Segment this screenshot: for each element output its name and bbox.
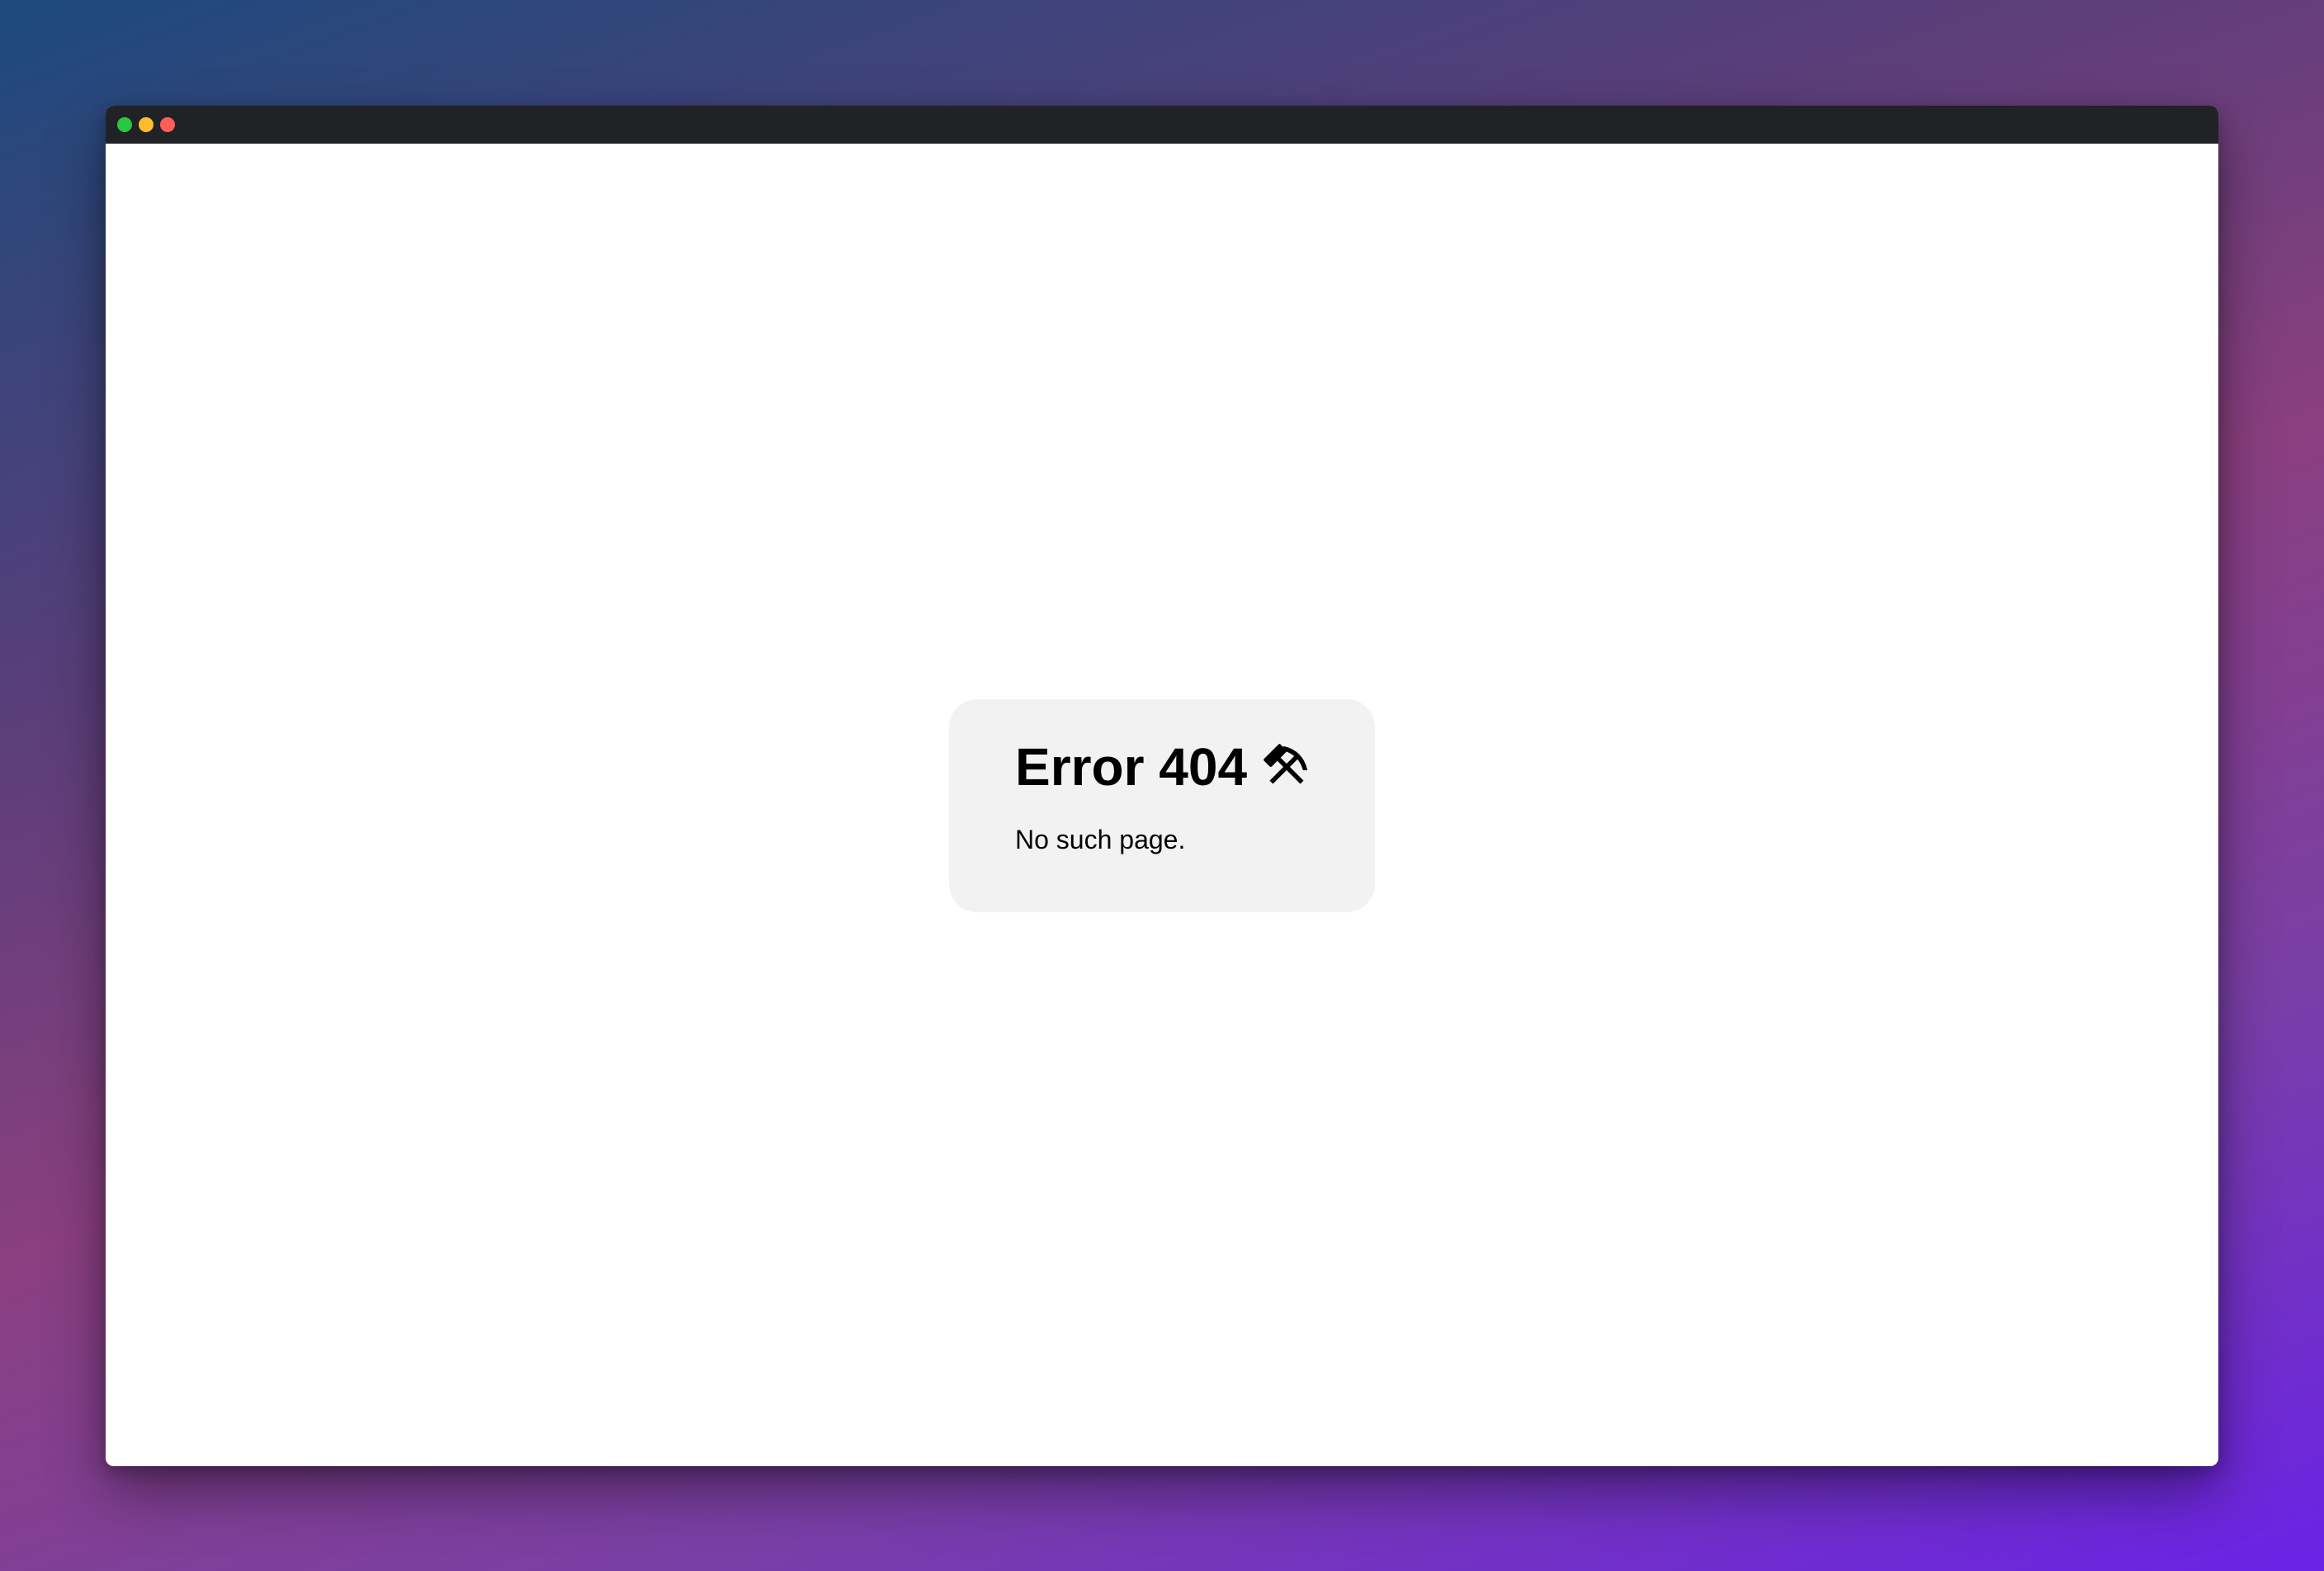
error-title: Error 404 bbox=[1015, 737, 1248, 797]
window-titlebar bbox=[106, 106, 2218, 144]
page-content: Error 404 No such page. bbox=[106, 144, 2218, 1466]
window-control-red[interactable] bbox=[160, 117, 175, 132]
window-control-yellow[interactable] bbox=[139, 117, 154, 132]
error-message: No such page. bbox=[1015, 825, 1186, 854]
window-control-green[interactable] bbox=[117, 117, 132, 132]
error-card: Error 404 No such page. bbox=[949, 699, 1375, 912]
error-heading: Error 404 bbox=[1015, 736, 1375, 798]
hammer-and-pick-icon bbox=[1264, 744, 1308, 784]
browser-window: Error 404 No such page. bbox=[106, 106, 2218, 1466]
